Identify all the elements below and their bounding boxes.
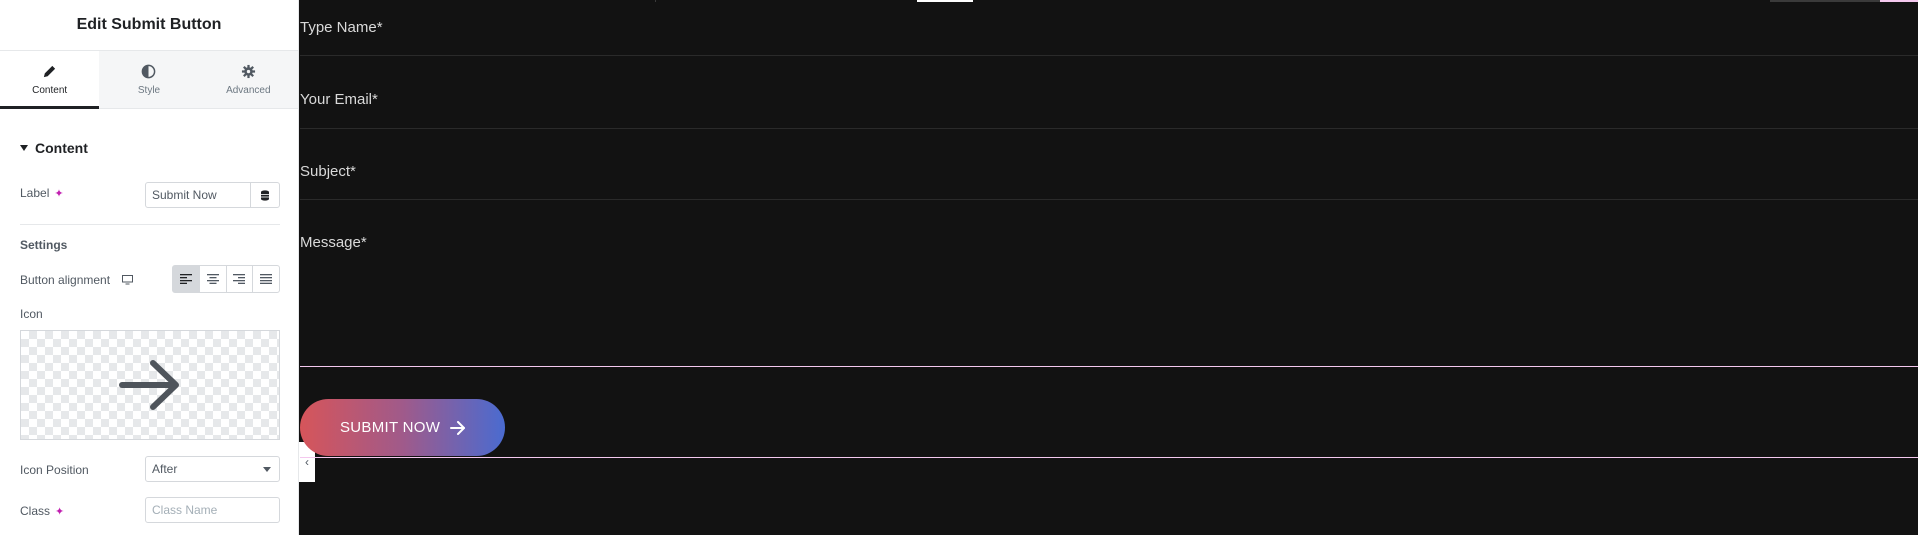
tab-advanced[interactable]: Advanced (198, 51, 298, 108)
align-center-icon (206, 274, 219, 284)
label-control-label: Label (20, 186, 50, 200)
tab-style[interactable]: Style (99, 51, 199, 108)
align-left-icon (179, 274, 192, 284)
tab-content-label: Content (32, 84, 68, 96)
message-field[interactable]: Message* (300, 200, 1918, 367)
class-label: Class (20, 504, 51, 518)
submit-button[interactable]: SUBMIT NOW (300, 399, 505, 456)
panel-title: Edit Submit Button (0, 0, 298, 51)
align-justify-icon (260, 274, 273, 284)
database-icon (261, 189, 269, 201)
arrow-right-icon (450, 420, 466, 435)
align-center-button[interactable] (198, 266, 226, 292)
submit-button-label: SUBMIT NOW (340, 419, 441, 436)
desktop-icon[interactable] (122, 275, 134, 285)
icon-label: Icon (20, 307, 43, 321)
email-field[interactable]: Your Email* (300, 56, 1918, 129)
name-field-label: Type Name* (300, 19, 383, 36)
align-right-button[interactable] (225, 266, 253, 292)
align-left-button[interactable] (173, 266, 199, 292)
tab-content[interactable]: Content (0, 51, 100, 109)
alignment-label: Button alignment (20, 273, 111, 287)
align-right-icon (233, 274, 246, 284)
half-circle-icon (142, 64, 156, 78)
section-toggle-content[interactable]: Content (20, 140, 88, 156)
label-input[interactable]: Submit Now (146, 183, 250, 207)
message-field-label: Message* (300, 234, 367, 251)
arrow-right-icon (119, 360, 179, 410)
email-field-label: Your Email* (300, 91, 378, 108)
dynamic-tags-button[interactable] (250, 183, 279, 207)
name-field[interactable]: Type Name* (300, 0, 1918, 56)
tab-advanced-label: Advanced (226, 84, 271, 96)
gear-icon (241, 64, 255, 78)
pencil-icon (44, 65, 56, 77)
ai-sparkle-icon[interactable]: ✦ (55, 505, 64, 518)
subject-field-label: Subject* (300, 163, 356, 180)
ai-sparkle-icon[interactable]: ✦ (54, 187, 63, 200)
icon-control: Icon (20, 307, 278, 321)
section-title-label: Content (35, 140, 88, 156)
divider (20, 224, 280, 225)
icon-position-select[interactable]: After (145, 456, 280, 482)
chevron-down-icon (263, 467, 271, 472)
caret-down-icon (20, 145, 28, 151)
label-input-group: Submit Now (145, 182, 280, 208)
selection-outline (300, 457, 1918, 458)
alignment-button-group (172, 265, 280, 293)
icon-position-label: Icon Position (20, 463, 89, 477)
tab-style-label: Style (137, 84, 161, 96)
class-input[interactable]: Class Name (145, 497, 280, 523)
align-justify-button[interactable] (252, 266, 279, 292)
settings-heading: Settings (20, 238, 68, 252)
icon-picker-preview[interactable] (20, 330, 280, 440)
subject-field[interactable]: Subject* (300, 129, 1918, 200)
editor-panel: Edit Submit Button Content Style Advance… (0, 0, 299, 535)
panel-tabs: Content Style Advanced (0, 51, 298, 109)
icon-position-value: After (152, 462, 178, 476)
